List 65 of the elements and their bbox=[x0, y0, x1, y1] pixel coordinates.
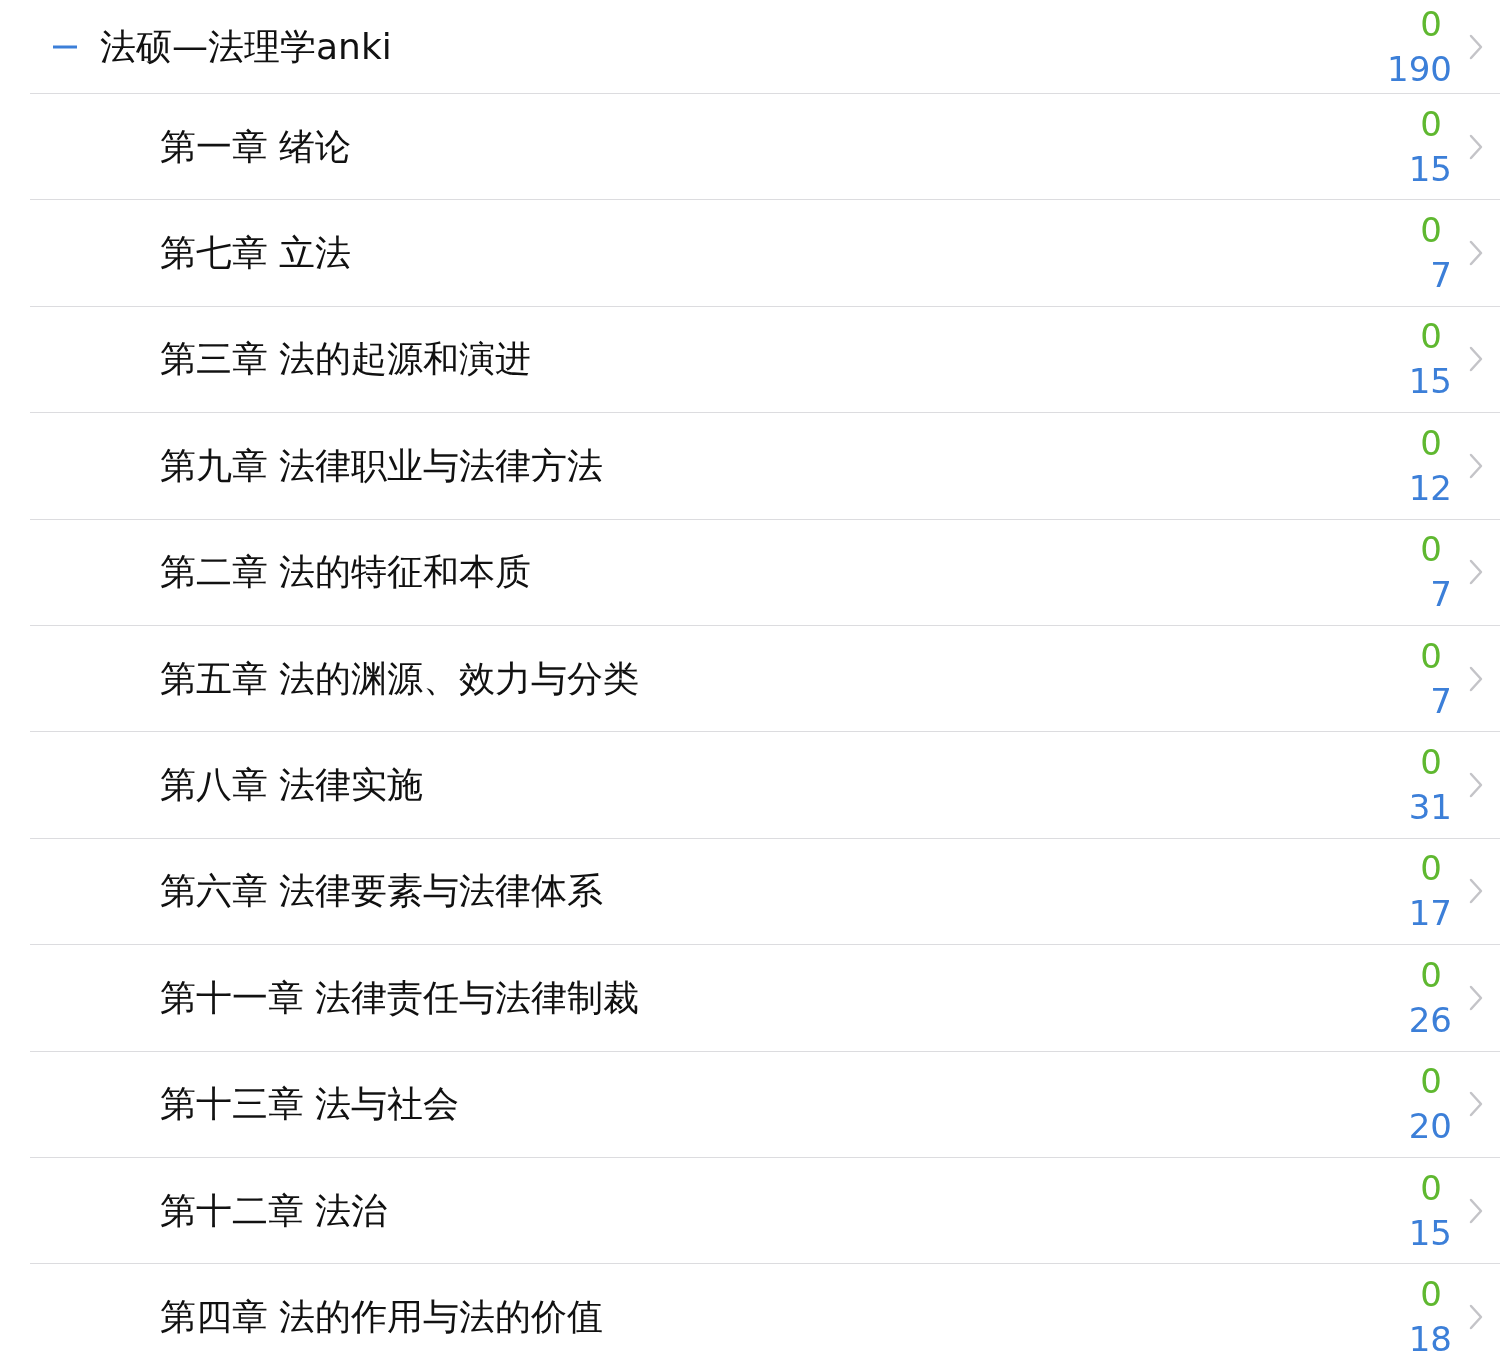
new-count: 0 bbox=[1420, 1166, 1443, 1210]
chevron-right-icon bbox=[1468, 983, 1484, 1012]
due-count: 15 bbox=[1408, 360, 1452, 404]
subdeck-title: 第十二章 法治 bbox=[160, 1188, 388, 1233]
subdeck-title: 第八章 法律实施 bbox=[160, 763, 424, 808]
subdeck-row[interactable]: 第十二章 法治 0 15 bbox=[30, 1157, 1500, 1265]
subdeck-title: 第十三章 法与社会 bbox=[160, 1082, 460, 1127]
subdeck-title: 第四章 法的作用与法的价值 bbox=[160, 1295, 604, 1339]
subdeck-title: 第五章 法的渊源、效力与分类 bbox=[160, 656, 640, 701]
new-count: 0 bbox=[1420, 528, 1443, 572]
due-count: 7 bbox=[1430, 679, 1452, 723]
new-count: 0 bbox=[1420, 102, 1443, 146]
due-count: 15 bbox=[1408, 147, 1452, 191]
chevron-right-icon bbox=[1468, 1196, 1484, 1225]
due-count: 15 bbox=[1408, 1211, 1452, 1255]
chevron-right-icon bbox=[1468, 451, 1484, 480]
due-count: 17 bbox=[1408, 892, 1452, 936]
chevron-right-icon bbox=[1468, 239, 1484, 268]
chevron-right-icon bbox=[1468, 664, 1484, 693]
subdeck-row[interactable]: 第六章 法律要素与法律体系 0 17 bbox=[30, 838, 1500, 946]
subdeck-row[interactable]: 第二章 法的特征和本质 0 7 bbox=[30, 519, 1500, 626]
chevron-right-icon bbox=[1468, 877, 1484, 906]
due-count: 31 bbox=[1408, 786, 1452, 830]
due-count: 20 bbox=[1408, 1105, 1452, 1149]
due-count: 12 bbox=[1408, 466, 1452, 510]
subdeck-row[interactable]: 第九章 法律职业与法律方法 0 12 bbox=[30, 413, 1500, 520]
subdeck-title: 第二章 法的特征和本质 bbox=[160, 550, 532, 595]
subdeck-row[interactable]: 第五章 法的渊源、效力与分类 0 7 bbox=[30, 625, 1500, 733]
due-count: 26 bbox=[1408, 998, 1452, 1042]
due-count: 7 bbox=[1430, 573, 1452, 617]
subdeck-title: 第九章 法律职业与法律方法 bbox=[160, 443, 604, 488]
subdeck-row[interactable]: 第十三章 法与社会 0 20 bbox=[30, 1051, 1500, 1158]
chevron-right-icon bbox=[1468, 345, 1484, 374]
subdeck-row[interactable]: 第四章 法的作用与法的价值 0 18 bbox=[30, 1264, 1500, 1362]
chevron-right-icon bbox=[1468, 771, 1484, 800]
new-count: 0 bbox=[1420, 2, 1443, 46]
new-count: 0 bbox=[1420, 1273, 1443, 1316]
subdeck-title: 第六章 法律要素与法律体系 bbox=[160, 869, 604, 914]
deck-row[interactable]: 法硕—法理学anki 0 190 bbox=[30, 0, 1500, 94]
new-count: 0 bbox=[1420, 634, 1443, 678]
chevron-right-icon bbox=[1468, 1090, 1484, 1119]
subdeck-title: 第七章 立法 bbox=[160, 231, 352, 276]
deck-title: 法硕—法理学anki bbox=[100, 24, 392, 69]
new-count: 0 bbox=[1420, 421, 1443, 465]
subdeck-title: 第一章 绪论 bbox=[160, 124, 352, 169]
chevron-right-icon bbox=[1468, 1303, 1484, 1331]
new-count: 0 bbox=[1420, 1060, 1443, 1104]
subdeck-row[interactable]: 第十一章 法律责任与法律制裁 0 26 bbox=[30, 945, 1500, 1052]
chevron-right-icon bbox=[1468, 32, 1484, 61]
new-count: 0 bbox=[1420, 741, 1443, 785]
new-count: 0 bbox=[1420, 953, 1443, 997]
new-count: 0 bbox=[1420, 209, 1443, 253]
subdeck-title: 第三章 法的起源和演进 bbox=[160, 337, 532, 382]
due-count: 18 bbox=[1408, 1318, 1452, 1361]
new-count: 0 bbox=[1420, 315, 1443, 359]
due-count: 190 bbox=[1387, 47, 1452, 91]
due-count: 7 bbox=[1430, 254, 1452, 298]
subdeck-row[interactable]: 第七章 立法 0 7 bbox=[30, 200, 1500, 307]
new-count: 0 bbox=[1420, 847, 1443, 891]
chevron-right-icon bbox=[1468, 132, 1484, 161]
subdeck-row[interactable]: 第三章 法的起源和演进 0 15 bbox=[30, 306, 1500, 414]
subdeck-row[interactable]: 第一章 绪论 0 15 bbox=[30, 94, 1500, 201]
subdeck-row[interactable]: 第八章 法律实施 0 31 bbox=[30, 732, 1500, 839]
chevron-right-icon bbox=[1468, 558, 1484, 587]
subdeck-title: 第十一章 法律责任与法律制裁 bbox=[160, 975, 640, 1020]
